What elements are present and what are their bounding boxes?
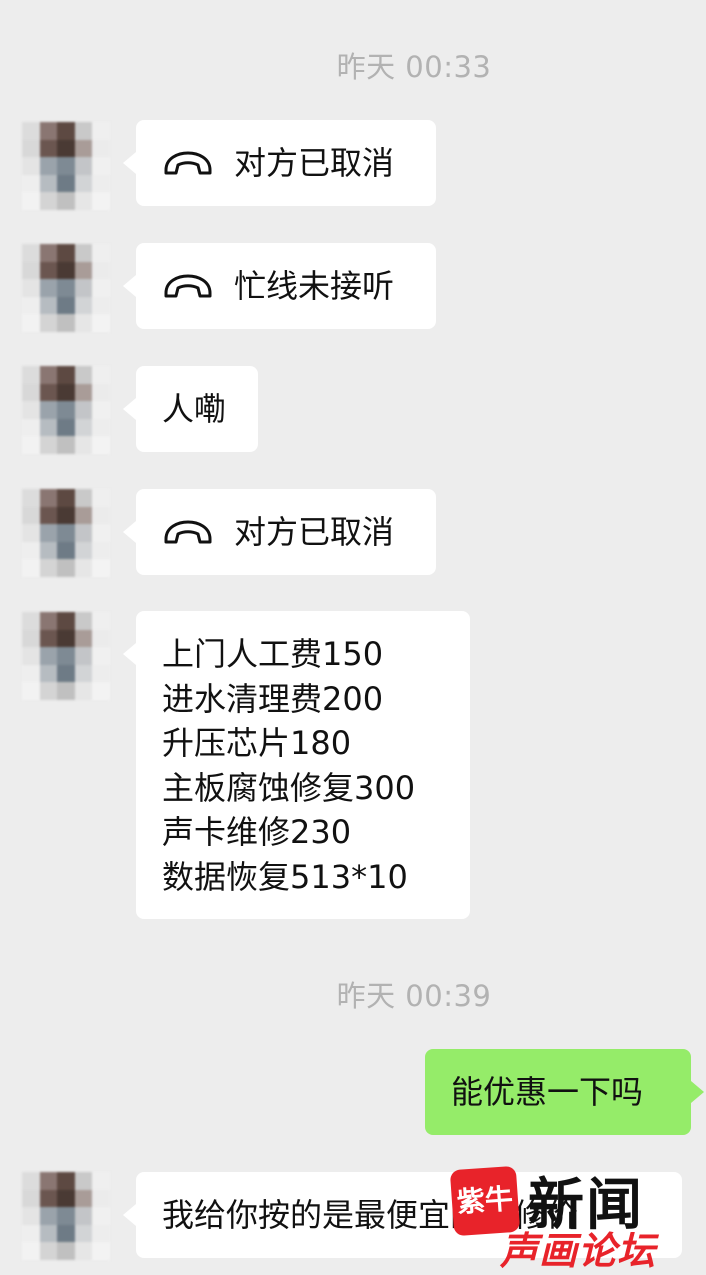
message-text: 对方已取消 — [234, 513, 395, 551]
message-line: 进水清理费200 — [162, 679, 384, 718]
message-line: 声卡维修230 — [162, 813, 352, 851]
message-timestamp: 昨天 00:33 — [336, 50, 492, 84]
hangup-phone-icon — [164, 274, 212, 298]
message-line: 数据恢复513*10 — [162, 857, 408, 896]
contact-avatar[interactable] — [22, 366, 110, 454]
hangup-phone-icon — [164, 151, 212, 175]
message-text: 忙线未接听 — [234, 267, 395, 305]
contact-avatar[interactable] — [22, 244, 110, 332]
hangup-phone-icon — [164, 520, 212, 544]
message-bubble-call[interactable]: 对方已取消 — [123, 489, 436, 575]
contact-avatar[interactable] — [22, 489, 110, 577]
message-text: 人嘞 — [162, 390, 227, 428]
message-line: 主板腐蚀修复300 — [162, 768, 416, 807]
message-bubble-sent[interactable]: 能优惠一下吗 — [425, 1049, 704, 1135]
message-bubble-call[interactable]: 对方已取消 — [123, 120, 436, 206]
contact-avatar[interactable] — [22, 1172, 110, 1260]
message-text: 对方已取消 — [234, 144, 395, 182]
message-line: 上门人工费150 — [162, 635, 384, 673]
message-line: 升压芯片180 — [162, 724, 352, 762]
message-timestamp: 昨天 00:39 — [336, 979, 492, 1013]
message-text: 能优惠一下吗 — [451, 1073, 644, 1111]
contact-avatar[interactable] — [22, 122, 110, 210]
message-bubble-price-list[interactable]: 上门人工费150 进水清理费200 升压芯片180 主板腐蚀修复300 声卡维修… — [123, 611, 470, 919]
contact-avatar[interactable] — [22, 612, 110, 700]
news-watermark: 紫牛 新闻 声画论坛 — [449, 1160, 706, 1273]
watermark-subtitle: 声画论坛 — [500, 1229, 657, 1273]
message-bubble-text[interactable]: 人嘞 — [123, 366, 258, 452]
message-bubble-call[interactable]: 忙线未接听 — [123, 243, 436, 329]
